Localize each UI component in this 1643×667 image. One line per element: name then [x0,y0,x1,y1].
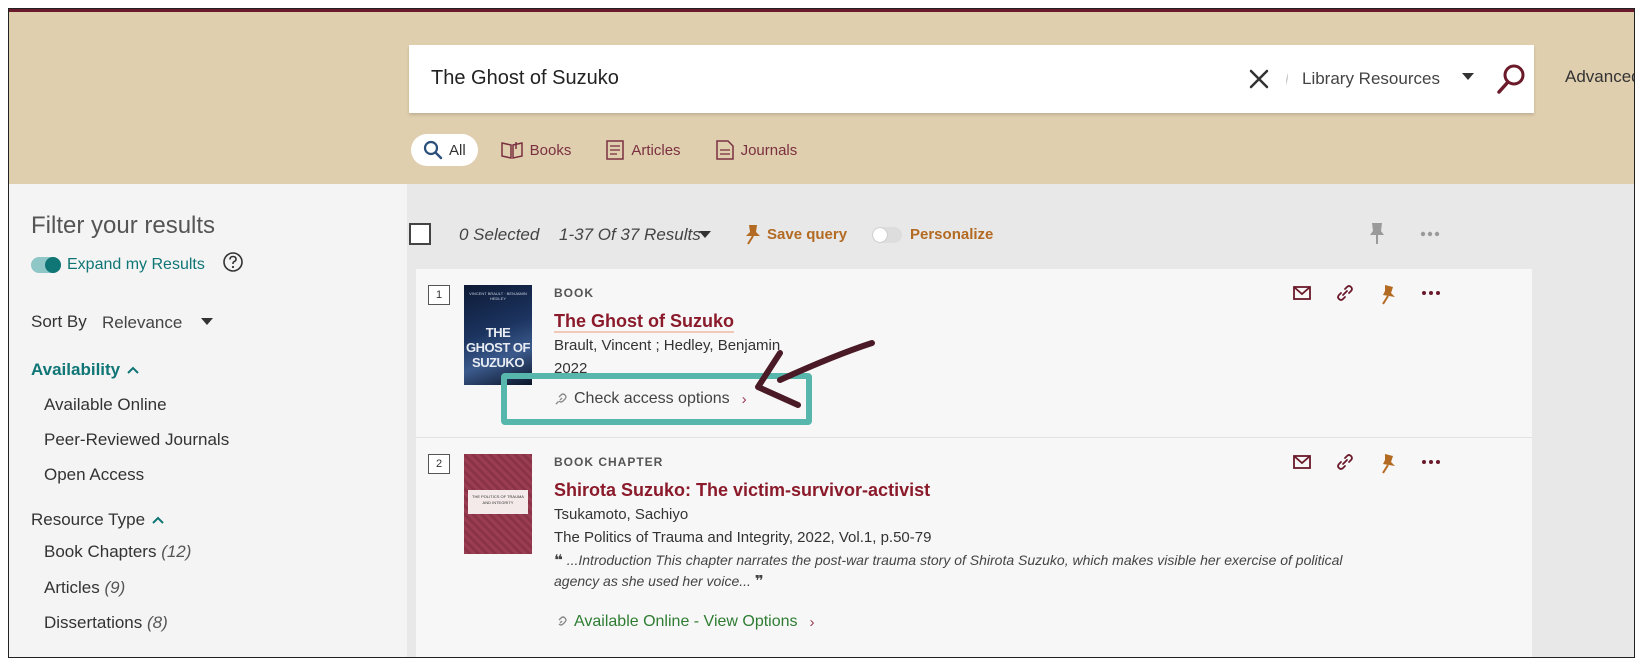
sort-select[interactable]: Relevance [102,313,182,333]
tab-articles[interactable]: Articles [605,139,681,161]
results-range-select[interactable]: 1-37 Of 37 Results [559,225,701,245]
quote-icon: ❞ [754,573,764,590]
pin-icon[interactable] [1378,452,1398,474]
tab-journals[interactable]: Journals [715,139,798,161]
quote-icon: ❝ [554,552,563,569]
more-options-icon[interactable] [1421,283,1441,303]
link-icon[interactable] [1335,452,1355,472]
facet-resource-type-header[interactable]: Resource Type [31,510,165,530]
toggle-switch[interactable] [872,226,902,243]
search-icon [423,140,443,160]
annotation-arrow-icon [755,340,875,408]
result-title[interactable]: The Ghost of Suzuko [554,311,734,333]
snippet-text: ...Introduction This chapter narrates th… [554,552,1343,589]
available-online-link[interactable]: Available Online - View Options › [554,613,815,631]
save-query-button[interactable]: Save query [744,223,847,245]
clear-icon[interactable] [1245,65,1273,93]
result-number: 2 [428,454,450,474]
expand-results-toggle[interactable]: Expand my Results [31,256,205,274]
tab-label: Articles [631,141,681,159]
result-actions [1292,452,1441,474]
chevron-down-icon[interactable] [1462,73,1474,80]
book-cover[interactable]: VINCENT BRAULT · BENJAMIN HEDLEY THE GHO… [464,285,532,385]
cover-title: THE POLITICS OF TRAUMA AND INTEGRITY [468,490,528,514]
selected-count: 0 Selected [459,225,540,244]
personalize-label: Personalize [910,226,994,243]
tab-label: All [449,141,466,159]
select-all-checkbox[interactable] [409,223,431,245]
help-icon[interactable] [222,251,244,273]
advanced-search-link[interactable]: Advanced [1565,67,1634,87]
result-authors: Tsukamoto, Sachiyo [554,506,689,523]
resource-type-label: BOOK [554,286,594,300]
chevron-right-icon: › [809,613,815,631]
tab-books[interactable]: Books [500,140,572,160]
chevron-up-icon [127,366,139,374]
article-icon [606,140,625,160]
save-query-label: Save query [767,225,848,243]
chevron-down-icon[interactable] [201,318,213,325]
tab-all[interactable]: All [411,134,478,166]
search-scope-select[interactable]: Library Resources [1302,69,1440,89]
result-item[interactable]: 2 THE POLITICS OF TRAUMA AND INTEGRITY B… [416,437,1532,657]
journal-icon [715,140,734,160]
book-icon [500,142,523,159]
facet-label: Availability [31,360,121,379]
search-input[interactable]: The Ghost of Suzuko [431,67,619,90]
search-bar[interactable]: The Ghost of Suzuko Library Resources [409,45,1534,113]
more-options-icon[interactable] [1419,222,1441,246]
pin-icon[interactable] [1378,283,1398,305]
facet-book-chapters[interactable]: Book Chapters (12) [44,542,191,562]
pinned-items-icon[interactable] [1369,221,1385,245]
tab-label: Books [529,141,572,159]
result-source: The Politics of Trauma and Integrity, 20… [554,529,932,546]
content-type-tabs: All Books Articles Journals [411,133,831,167]
email-icon[interactable] [1292,283,1312,303]
filter-title: Filter your results [31,212,216,239]
resource-type-label: BOOK CHAPTER [554,455,664,469]
email-icon[interactable] [1292,452,1312,472]
search-icon[interactable] [1491,59,1531,99]
link-icon [558,616,567,626]
facet-dissertations[interactable]: Dissertations (8) [44,613,168,633]
personalize-toggle[interactable]: Personalize [872,226,993,243]
tab-label: Journals [740,141,798,159]
pin-icon [746,225,760,245]
sort-label: Sort By [31,312,87,331]
link-icon[interactable] [1335,283,1355,303]
facet-articles[interactable]: Articles (9) [44,578,125,598]
browser-frame: The Ghost of Suzuko Library Resources Ad… [8,8,1635,658]
chevron-up-icon [152,516,164,524]
filter-sidebar: Filter your results Expand my Results So… [9,184,407,657]
result-snippet: ❝ ...Introduction This chapter narrates … [554,550,1374,592]
access-label: Available Online - View Options [574,613,798,630]
chevron-down-icon[interactable] [699,231,711,238]
search-header: The Ghost of Suzuko Library Resources Ad… [9,12,1634,184]
facet-label: Resource Type [31,510,146,529]
expand-results-label: Expand my Results [67,256,205,273]
result-actions [1292,283,1441,305]
cover-subtitle: VINCENT BRAULT · BENJAMIN HEDLEY [469,291,527,301]
results-toolbar: 0 Selected 1-37 Of 37 Results Save query… [409,214,1539,254]
more-options-icon[interactable] [1421,452,1441,472]
facet-available-online[interactable]: Available Online [44,395,167,415]
divider [1286,63,1288,95]
result-title[interactable]: Shirota Suzuko: The victim-survivor-acti… [554,480,930,501]
facet-availability-header[interactable]: Availability [31,360,140,380]
toggle-switch[interactable] [31,257,61,273]
facet-open-access[interactable]: Open Access [44,465,144,485]
book-cover[interactable]: THE POLITICS OF TRAUMA AND INTEGRITY [464,454,532,554]
result-number: 1 [428,285,450,305]
facet-peer-reviewed[interactable]: Peer-Reviewed Journals [44,430,229,450]
cover-title: THE GHOST OF SUZUKO [466,325,530,370]
